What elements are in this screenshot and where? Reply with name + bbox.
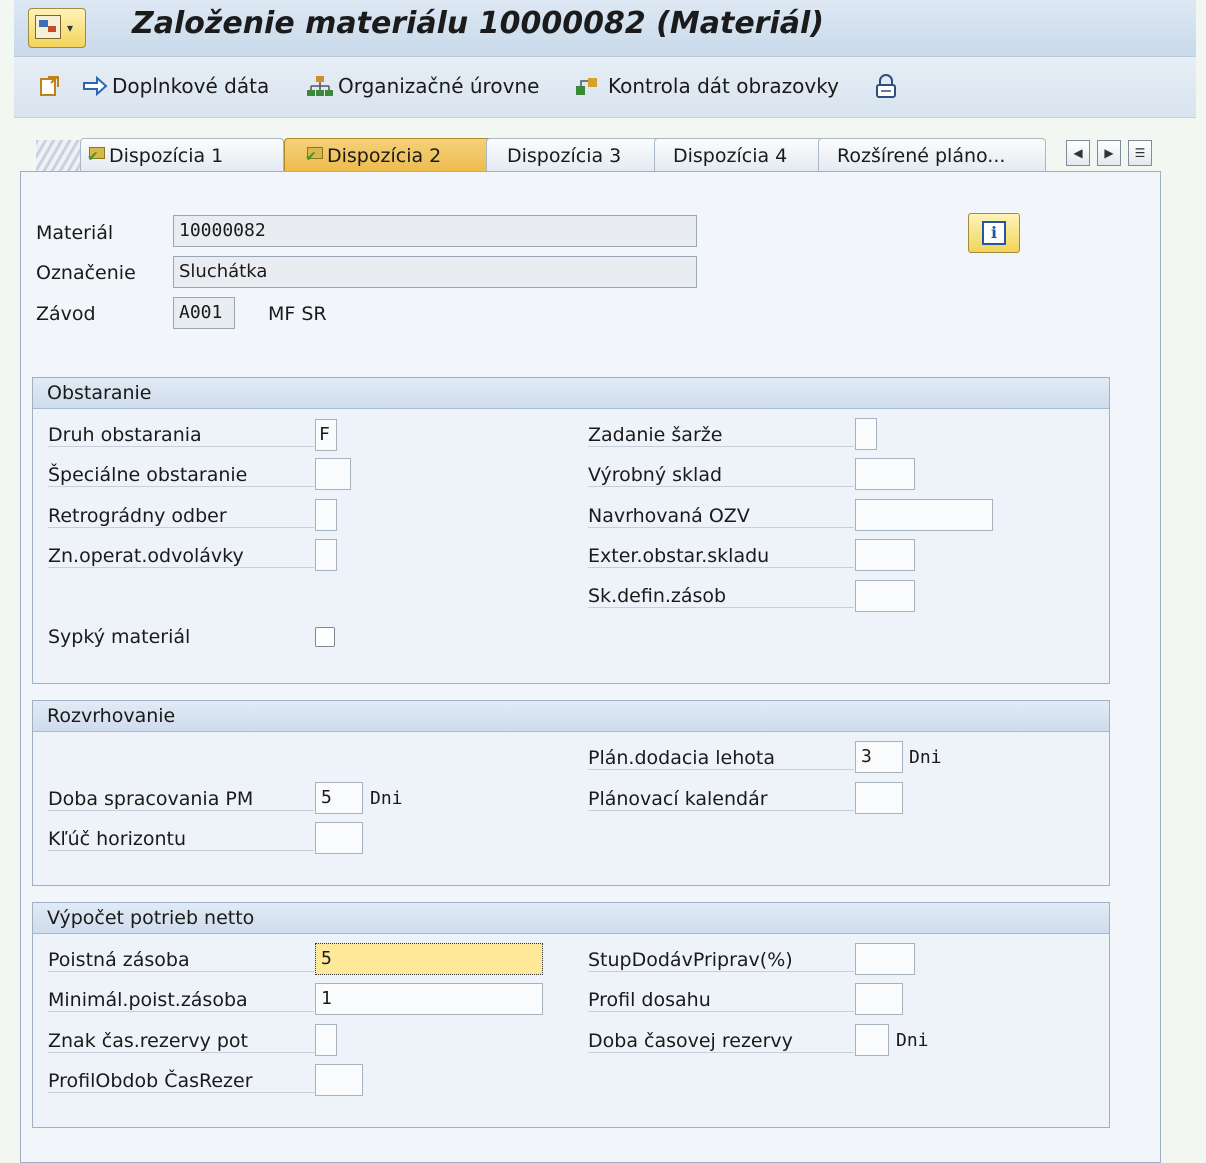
safety-time-label: Doba časovej rezervy	[588, 1030, 854, 1053]
prod-storage-label: Výrobný sklad	[588, 464, 854, 487]
tab-mrp-3[interactable]: Dispozícia 3	[486, 138, 672, 172]
safety-time-profile-field[interactable]	[315, 1064, 363, 1096]
safety-time-ind-field[interactable]	[315, 1024, 337, 1056]
safety-stock-label: Poistná zásoba	[48, 949, 314, 972]
safety-time-ind-label: Znak čas.rezervy pot	[48, 1030, 314, 1053]
horizon-key-field[interactable]	[315, 822, 363, 854]
safety-time-unit: Dni	[896, 1030, 929, 1051]
planning-calendar-field[interactable]	[855, 782, 903, 814]
jit-field[interactable]	[315, 539, 337, 571]
ext-storage-field[interactable]	[855, 539, 915, 571]
org-levels-label: Organizačné úrovne	[338, 74, 540, 98]
tab-scroll-right-button[interactable]: ▶	[1097, 140, 1121, 166]
proc-type-label: Druh obstarania	[48, 424, 314, 447]
jit-label: Zn.operat.odvolávky	[48, 545, 314, 568]
plant-label: Závod	[36, 303, 96, 325]
additional-data-button[interactable]: Doplnkové dáta	[82, 74, 269, 98]
gr-time-unit: Dni	[370, 788, 403, 809]
gr-time-field[interactable]: 5	[315, 782, 363, 814]
prod-storage-field[interactable]	[855, 458, 915, 490]
bulk-material-checkbox[interactable]	[315, 627, 335, 647]
description-field[interactable]: Sluchátka	[173, 256, 697, 288]
org-structure-icon	[307, 76, 333, 96]
service-level-label: StupDodávPriprav(%)	[588, 949, 854, 972]
tab-label: Dispozícia 4	[673, 144, 788, 167]
description-label: Označenie	[36, 262, 136, 284]
system-menu-icon	[35, 15, 61, 39]
plant-field[interactable]: A001	[173, 297, 235, 329]
material-field[interactable]: 10000082	[173, 215, 697, 247]
stock-det-label: Sk.defin.zásob	[588, 585, 854, 608]
safety-stock-field[interactable]: 5	[315, 943, 543, 975]
planned-delivery-label: Plán.dodacia lehota	[588, 747, 854, 770]
lock-icon	[876, 74, 896, 98]
net-requirements-group-title: Výpočet potrieb netto	[33, 903, 1109, 934]
tab-scroll-left-edge	[36, 140, 86, 172]
bulk-material-label: Sypký materiál	[48, 626, 191, 648]
arrow-right-icon	[83, 75, 108, 97]
batch-entry-label: Zadanie šarže	[588, 424, 854, 447]
lock-button[interactable]	[874, 74, 898, 100]
planning-calendar-label: Plánovací kalendár	[588, 788, 854, 811]
proc-type-field[interactable]: F	[315, 419, 337, 451]
additional-data-label: Doplnkové dáta	[112, 74, 270, 98]
coverage-profile-field[interactable]	[855, 983, 903, 1015]
tab-label: Dispozícia 1	[109, 144, 224, 167]
info-icon: i	[982, 221, 1006, 245]
material-label: Materiál	[36, 222, 114, 244]
horizon-key-label: Kľúč horizontu	[48, 828, 314, 851]
scheduling-group-title: Rozvrhovanie	[33, 701, 1109, 732]
backflush-field[interactable]	[315, 499, 337, 531]
tab-scroll-left-button[interactable]: ◀	[1066, 140, 1090, 166]
min-safety-stock-field[interactable]: 1	[315, 983, 543, 1015]
tab-label: Rozšírené pláno...	[837, 144, 1006, 167]
ext-storage-label: Exter.obstar.skladu	[588, 545, 854, 568]
plant-name: MF SR	[268, 303, 327, 325]
proposed-supply-label: Navrhovaná OZV	[588, 505, 854, 528]
check-icon	[87, 146, 105, 165]
special-proc-field[interactable]	[315, 458, 351, 490]
tab-mrp-1[interactable]: Dispozícia 1	[80, 138, 284, 172]
info-button[interactable]: i	[968, 213, 1020, 253]
backflush-label: Retrográdny odber	[48, 505, 314, 528]
tab-mrp-4[interactable]: Dispozícia 4	[654, 138, 834, 172]
stock-det-field[interactable]	[855, 580, 915, 612]
service-level-field[interactable]	[855, 943, 915, 975]
check-screen-data-label: Kontrola dát obrazovky	[608, 74, 839, 98]
window-title: Založenie materiálu 10000082 (Materiál)	[132, 6, 824, 41]
planned-delivery-unit: Dni	[909, 747, 942, 768]
tab-label: Dispozícia 3	[507, 144, 622, 167]
safety-time-profile-label: ProfilObdob ČasRezer	[48, 1070, 314, 1093]
tab-mrp-2[interactable]: Dispozícia 2	[284, 138, 504, 173]
check-screen-data-button[interactable]: Kontrola dát obrazovky	[574, 74, 839, 98]
batch-entry-field[interactable]	[855, 418, 877, 450]
check-data-icon	[576, 78, 597, 95]
tab-label: Dispozícia 2	[327, 145, 442, 167]
org-levels-button[interactable]: Organizačné úrovne	[306, 74, 539, 98]
tab-list-icon: ☰	[1134, 146, 1146, 160]
proposed-supply-field[interactable]	[855, 499, 993, 531]
tab-list-button[interactable]: ☰	[1128, 140, 1152, 166]
net-requirements-group: Výpočet potrieb netto	[32, 902, 1110, 1128]
gr-time-label: Doba spracovania PM	[48, 788, 314, 811]
coverage-profile-label: Profil dosahu	[588, 989, 854, 1012]
chevron-down-icon: ▾	[67, 21, 74, 35]
procurement-group-title: Obstaranie	[33, 378, 1109, 409]
system-menu-button[interactable]: ▾	[28, 8, 86, 48]
display-other-views-button[interactable]	[38, 74, 62, 98]
safety-time-field[interactable]	[855, 1024, 889, 1056]
views-icon	[40, 76, 59, 96]
chevron-right-icon: ▶	[1104, 146, 1114, 160]
planned-delivery-field[interactable]: 3	[855, 741, 903, 773]
tab-advanced-planning[interactable]: Rozšírené pláno...	[818, 138, 1046, 172]
special-proc-label: Špeciálne obstaranie	[48, 464, 314, 487]
chevron-left-icon: ◀	[1073, 146, 1083, 160]
check-icon	[305, 147, 323, 165]
min-safety-stock-label: Minimál.poist.zásoba	[48, 989, 314, 1012]
